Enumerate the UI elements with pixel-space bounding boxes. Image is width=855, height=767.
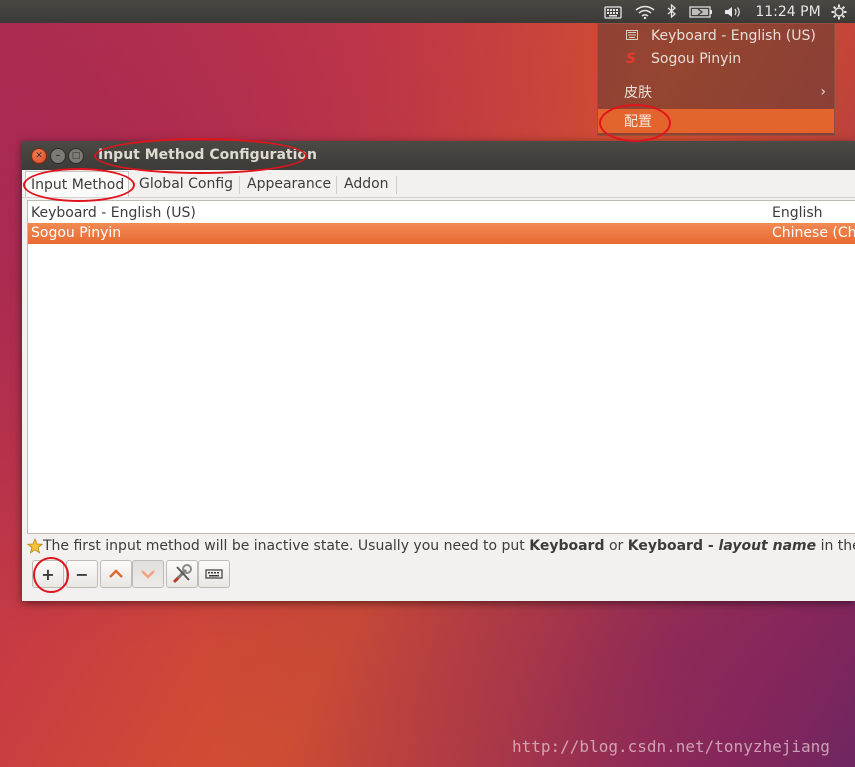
menu-item-config[interactable]: 配置 — [598, 109, 834, 133]
chevron-up-icon — [109, 569, 123, 578]
info-message: The first input method will be inactive … — [27, 538, 855, 556]
bluetooth-icon[interactable] — [664, 0, 680, 23]
chevron-right-icon: › — [820, 84, 826, 100]
menu-item-label: 配置 — [624, 114, 652, 130]
move-up-button[interactable] — [100, 560, 132, 588]
tab-label: Addon — [344, 176, 389, 192]
input-method-name: Keyboard - English (US) — [31, 205, 196, 221]
tools-icon — [172, 564, 192, 584]
menu-item-keyboard-english[interactable]: Keyboard - English (US) — [598, 24, 834, 48]
star-icon — [27, 538, 44, 556]
keyboard-layout-button[interactable] — [198, 560, 230, 588]
menu-item-sogou-pinyin[interactable]: S Sogou Pinyin — [598, 47, 834, 71]
minimize-icon[interactable]: – — [50, 148, 66, 164]
info-italic-layout-name: layout name — [718, 538, 817, 554]
input-method-name: Sogou Pinyin — [31, 225, 122, 241]
tab-bar: Input Method Global Config Appearance Ad… — [22, 171, 855, 198]
tab-separator — [239, 176, 240, 194]
info-text: or — [604, 538, 628, 554]
tab-label: Input Method — [31, 176, 125, 193]
close-icon[interactable]: ✕ — [31, 148, 47, 164]
maximize-icon[interactable]: □ — [68, 148, 84, 164]
volume-icon[interactable] — [722, 0, 744, 23]
add-input-method-button[interactable]: + — [32, 560, 64, 588]
tab-addon[interactable]: Addon — [344, 171, 389, 197]
window-titlebar[interactable]: ✕ – □ Input Method Configuration — [22, 141, 855, 170]
plus-icon: + — [41, 564, 55, 584]
tab-input-method[interactable]: Input Method — [25, 171, 129, 197]
menu-item-label: Sogou Pinyin — [651, 51, 742, 67]
minus-icon: − — [75, 564, 89, 584]
tab-label: Appearance — [247, 176, 332, 192]
tray-menu: Keyboard - English (US) S Sogou Pinyin 皮… — [597, 23, 835, 136]
input-method-list[interactable]: Keyboard - English (US) English Sogou Pi… — [27, 200, 855, 534]
info-bold-keyboard-layout: Keyboard - — [627, 538, 719, 554]
menu-item-label: 皮肤 — [624, 85, 652, 101]
keyboard-icon — [205, 569, 223, 579]
tab-appearance[interactable]: Appearance — [247, 171, 331, 197]
info-text: in the first pl — [820, 538, 855, 554]
move-down-button[interactable] — [132, 560, 164, 588]
keyboard-icon[interactable] — [602, 0, 624, 23]
wifi-icon[interactable] — [634, 0, 656, 23]
sogou-icon: S — [626, 51, 637, 67]
input-method-language: Chinese (Chi — [772, 225, 855, 241]
clock[interactable]: 11:24 PM — [754, 0, 822, 23]
chevron-down-icon — [141, 570, 155, 579]
power-icon[interactable] — [829, 0, 849, 23]
list-item[interactable]: Keyboard - English (US) English — [28, 203, 855, 224]
tab-label: Global Config — [139, 176, 234, 192]
input-method-language: English — [772, 205, 823, 221]
configure-input-method-button[interactable] — [166, 560, 198, 588]
tab-separator — [336, 176, 337, 194]
info-bold-keyboard: Keyboard — [529, 538, 605, 554]
keyboard-icon — [626, 28, 638, 44]
input-method-config-window: ✕ – □ Input Method Configuration Input M… — [22, 141, 855, 601]
tab-separator — [396, 176, 397, 194]
watermark-text: http://blog.csdn.net/tonyzhejiang — [512, 737, 830, 756]
info-text: The first input method will be inactive … — [43, 538, 530, 554]
battery-icon[interactable] — [688, 0, 714, 23]
window-title: Input Method Configuration — [98, 147, 317, 163]
top-panel: 11:24 PM — [0, 0, 855, 23]
list-item[interactable]: Sogou Pinyin Chinese (Chi — [28, 223, 855, 244]
menu-item-skin[interactable]: 皮肤 › — [598, 80, 834, 104]
tab-global-config[interactable]: Global Config — [139, 171, 233, 197]
remove-input-method-button[interactable]: − — [66, 560, 98, 588]
menu-item-label: Keyboard - English (US) — [651, 28, 816, 44]
